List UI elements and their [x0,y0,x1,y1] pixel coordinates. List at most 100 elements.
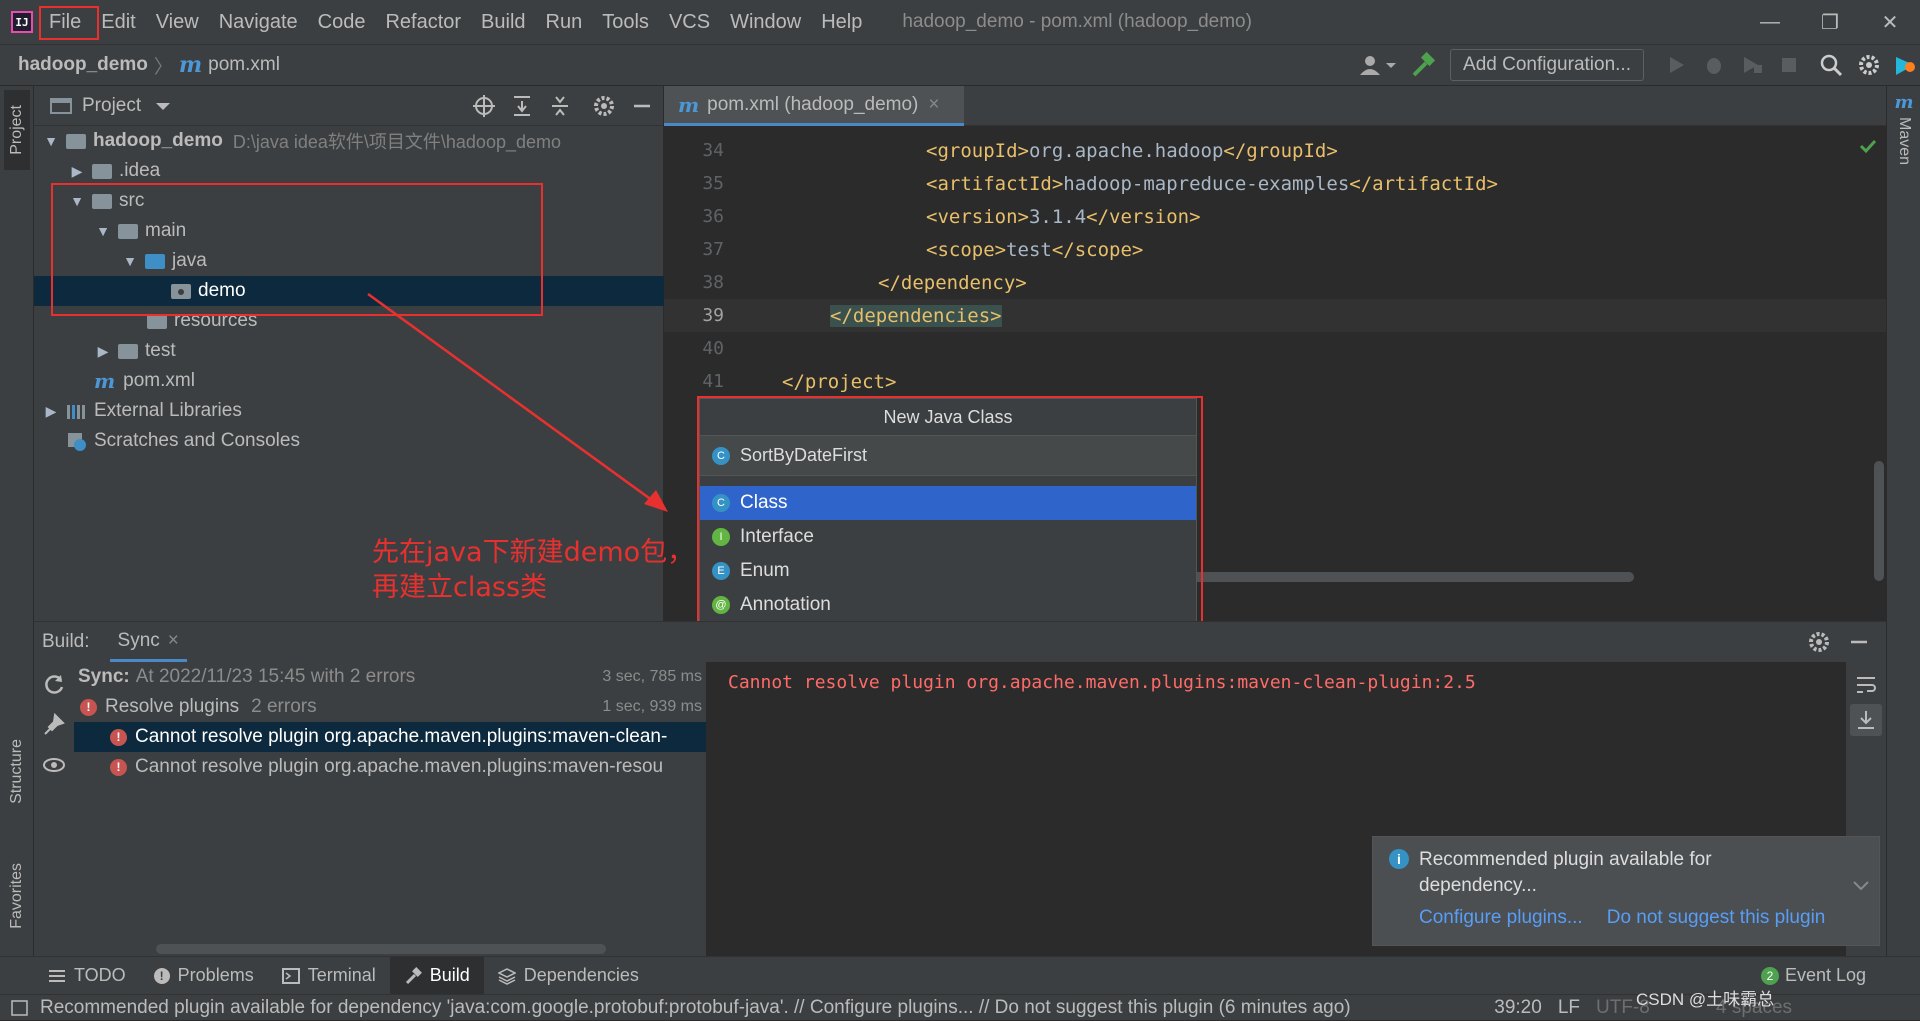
tab-label: Dependencies [523,965,639,985]
popup-option-annotation[interactable]: @ Annotation [700,588,1196,622]
build-row-error-resources[interactable]: ! Cannot resolve plugin org.apache.maven… [74,752,706,782]
popup-option-class[interactable]: C Class [700,486,1196,520]
class-name-input[interactable]: C SortByDateFirst [700,436,1196,476]
tab-label: Build [429,965,470,985]
build-row-error-clean[interactable]: ! Cannot resolve plugin org.apache.maven… [74,722,706,752]
add-configuration-button[interactable]: Add Configuration... [1450,49,1644,81]
close-sync-tab-icon[interactable]: × [168,630,179,652]
close-window-button[interactable]: ✕ [1860,10,1920,35]
settings-gear-icon[interactable] [1856,53,1884,77]
resolve-plugins-title: Resolve plugins [105,696,240,717]
menu-view[interactable]: View [146,0,209,44]
editor-vertical-scrollbar[interactable] [1874,461,1884,581]
tree-item-main[interactable]: ▼ main [34,216,663,246]
build-tree-scrollbar[interactable] [156,944,606,954]
stop-icon[interactable] [1776,53,1804,77]
expand-notification-chevron-icon[interactable] [1851,879,1871,893]
favorites-tool-tab[interactable]: Favorites [4,846,30,946]
terminal-icon [281,967,300,984]
project-tool-tab[interactable]: Project [4,90,30,170]
user-icon[interactable] [1356,53,1397,77]
build-row-sync[interactable]: Sync: At 2022/11/23 15:45 with 2 errors … [74,662,706,692]
scroll-to-end-button[interactable] [1850,704,1882,736]
popup-option-enum[interactable]: E Enum [700,554,1196,588]
configure-plugins-link[interactable]: Configure plugins... [1419,907,1583,929]
panel-settings-gear-icon[interactable] [591,93,617,119]
chevron-right-icon[interactable]: ▶ [42,403,60,420]
menu-code[interactable]: Code [308,0,376,44]
search-icon[interactable] [1818,53,1846,77]
tab-todo[interactable]: TODO [34,957,140,995]
chevron-down-icon[interactable]: ▼ [68,193,86,209]
tab-dependencies[interactable]: Dependencies [484,957,653,995]
collapse-all-icon[interactable] [547,93,573,119]
menu-help[interactable]: Help [811,0,872,44]
hide-panel-icon[interactable] [629,93,655,119]
refresh-sync-icon[interactable] [41,672,67,698]
status-message[interactable]: Recommended plugin available for depende… [40,997,1380,1019]
tree-item-src[interactable]: ▼ src [34,186,663,216]
pin-icon[interactable] [41,712,67,738]
tree-root-hadoop-demo[interactable]: ▼ hadoop_demo D:\java idea软件\项目文件\hadoop… [34,126,663,156]
line-separator[interactable]: LF [1558,997,1580,1019]
soft-wrap-icon[interactable] [1853,672,1879,698]
navigation-bar: hadoop_demo 〉 m pom.xml Add Configuratio… [0,44,1920,86]
favorites-tool-label: Favorites [8,863,25,929]
scratches-icon [68,433,86,451]
breadcrumb-file[interactable]: pom.xml [208,54,280,76]
menu-navigate[interactable]: Navigate [209,0,308,44]
do-not-suggest-link[interactable]: Do not suggest this plugin [1607,907,1826,929]
caret-position[interactable]: 39:20 [1494,997,1542,1019]
menu-vcs[interactable]: VCS [659,0,720,44]
coverage-icon[interactable] [1738,53,1766,77]
menu-run[interactable]: Run [536,0,593,44]
toggle-tool-windows-icon[interactable] [10,999,30,1017]
menu-file[interactable]: File [39,0,91,44]
tab-problems[interactable]: ! Problems [140,957,268,995]
editor-horizontal-scrollbar[interactable] [1184,572,1634,582]
maven-icon: m [1894,92,1914,113]
view-dropdown-chevron-icon[interactable] [153,99,173,113]
editor-tab-pom[interactable]: m pom.xml (hadoop_demo) × [664,86,964,126]
project-panel-title[interactable]: Project [82,95,141,117]
menu-build[interactable]: Build [471,0,535,44]
eye-icon[interactable] [41,752,67,778]
maven-tool-tab[interactable]: m Maven [1891,92,1917,182]
locate-file-icon[interactable] [471,93,497,119]
debug-icon[interactable] [1700,53,1728,77]
tree-item-java[interactable]: ▼ java [34,246,663,276]
menu-window[interactable]: Window [720,0,811,44]
build-settings-gear-icon[interactable] [1806,629,1832,655]
tab-sync[interactable]: Sync × [109,622,187,662]
menu-edit[interactable]: Edit [91,0,145,44]
error-icon: ! [110,758,127,776]
tab-terminal[interactable]: Terminal [268,957,390,995]
resources-folder-icon [147,313,167,329]
code-lines: 34 <groupId>org.apache.hadoop</groupId> 35… [664,134,1886,398]
chevron-down-icon[interactable]: ▼ [94,223,112,239]
tree-item-label: java [172,250,207,271]
hide-build-panel-icon[interactable] [1846,629,1872,655]
menu-tools[interactable]: Tools [592,0,659,44]
menu-refactor[interactable]: Refactor [375,0,471,44]
chevron-down-icon[interactable]: ▼ [121,253,139,269]
code-text: <groupId>org.apache.hadoop</groupId> [926,139,1338,162]
build-hammer-icon[interactable] [1408,51,1436,79]
popup-option-interface[interactable]: I Interface [700,520,1196,554]
chevron-right-icon[interactable]: ▶ [68,163,86,180]
run-icon[interactable] [1662,53,1690,77]
chevron-down-icon[interactable]: ▼ [42,133,60,149]
error-icon: ! [80,698,97,716]
tab-build[interactable]: Build [389,956,484,995]
restore-button[interactable]: ❐ [1800,10,1860,35]
structure-tool-tab[interactable]: Structure [4,716,30,826]
expand-all-icon[interactable] [509,93,535,119]
close-tab-icon[interactable]: × [928,94,939,116]
minimize-button[interactable]: — [1740,11,1800,34]
jetbrains-toolbox-icon[interactable] [1892,53,1920,77]
build-row-resolve-plugins[interactable]: ! Resolve plugins 2 errors 1 sec, 939 ms [74,692,706,722]
tree-item-idea[interactable]: ▶ .idea [34,156,663,186]
chevron-right-icon[interactable]: ▶ [94,343,112,360]
breadcrumb-project[interactable]: hadoop_demo [18,54,148,76]
package-icon [171,283,191,299]
